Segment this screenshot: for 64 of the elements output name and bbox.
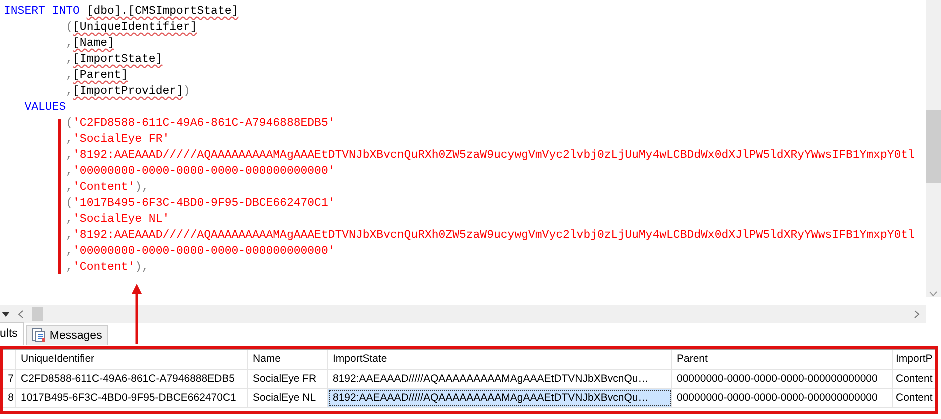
punctuation: ,	[66, 69, 74, 82]
scrollbar-thumb[interactable]	[926, 110, 941, 183]
string-literal: 'SocialEye FR'	[73, 133, 170, 146]
punctuation: (	[66, 117, 74, 130]
table-cell[interactable]: 1017B495-6F3C-4BD0-9F95-DBCE662470C1	[16, 389, 248, 407]
table-cell[interactable]: SocialEye FR	[248, 370, 328, 388]
table-cell[interactable]: 00000000-0000-0000-0000-000000000000	[672, 389, 893, 407]
dropdown-caret-icon[interactable]	[2, 312, 10, 316]
punctuation: ),	[135, 261, 149, 274]
punctuation: ,	[66, 213, 74, 226]
scroll-right-icon[interactable]	[914, 310, 920, 318]
table-cell[interactable]: Content	[893, 370, 935, 388]
vertical-scrollbar[interactable]	[926, 0, 941, 297]
annotation-arrow	[131, 284, 143, 344]
results-tab[interactable]: Messages	[26, 325, 108, 345]
results-tab[interactable]: ults	[0, 322, 24, 345]
scroll-left-icon[interactable]	[18, 310, 24, 318]
row-number: 8	[3, 389, 16, 407]
column-header[interactable]: ImportP	[893, 350, 935, 369]
column-header[interactable]: UniqueIdentifier	[16, 350, 248, 369]
identifier: [ImportState]	[73, 53, 163, 66]
punctuation: ,	[66, 261, 74, 274]
keyword: VALUES	[24, 101, 66, 114]
string-literal: 'Content'	[73, 181, 136, 194]
row-number: 7	[3, 370, 16, 388]
punctuation: )	[183, 85, 190, 98]
scrollbar-thumb[interactable]	[32, 307, 43, 321]
document-icon	[32, 328, 46, 343]
punctuation: ,	[66, 229, 74, 242]
identifier: [Name]	[73, 37, 114, 50]
string-literal: '8192:AAEAAAD/////AQAAAAAAAAAMAgAAAEtDTVNJbXBvcnQuRXh0ZW5zaW9ucywgVmVyc2lvbj0zLjUuMy4wLCBDdWx0dXJlPW5ldXRyYWwsIFB1YmxpY0tl	[73, 229, 915, 242]
string-literal: '00000000-0000-0000-0000-000000000000'	[73, 165, 336, 178]
punctuation: ,	[66, 149, 74, 162]
table-cell[interactable]: 00000000-0000-0000-0000-000000000000	[672, 370, 893, 388]
punctuation: ,	[66, 245, 74, 258]
punctuation: ,	[66, 85, 74, 98]
identifier: [dbo].[CMSImportState]	[86, 5, 239, 18]
string-literal: '8192:AAEAAAD/////AQAAAAAAAAAMAgAAAEtDTVNJbXBvcnQuRXh0ZW5zaW9ucywgVmVyc2lvbj0zLjUuMy4wLCBDdWx0dXJlPW5ldXRyYWwsIFB1YmxpY0tl	[73, 149, 915, 162]
keyword: INSERT	[4, 5, 46, 18]
punctuation: ,	[66, 37, 74, 50]
keyword: INTO	[52, 5, 81, 18]
identifier: [Parent]	[73, 69, 128, 82]
punctuation: ,	[66, 165, 74, 178]
string-literal: 'SocialEye NL'	[73, 213, 170, 226]
column-header[interactable]: Parent	[672, 350, 893, 369]
table-cell[interactable]: 8192:AAEAAAD/////AQAAAAAAAAAMAgAAAEtDTVNJbXBvcnQu…	[328, 370, 672, 388]
column-header[interactable]: ImportState	[328, 350, 672, 369]
table-cell[interactable]: C2FD8588-611C-49A6-861C-A7946888EDB5	[16, 370, 248, 388]
table-cell[interactable]: Content	[893, 389, 935, 407]
punctuation: (	[66, 197, 74, 210]
punctuation: (	[66, 21, 74, 34]
column-header[interactable]: Name	[248, 350, 328, 369]
table-cell[interactable]: 8192:AAEAAAD/////AQAAAAAAAAAMAgAAAEtDTVNJbXBvcnQu…	[328, 389, 672, 407]
punctuation: ,	[66, 133, 74, 146]
punctuation: ,	[66, 181, 74, 194]
identifier: [UniqueIdentifier]	[73, 21, 198, 34]
punctuation: ),	[135, 181, 149, 194]
identifier: [ImportProvider]	[73, 85, 184, 98]
punctuation: ,	[66, 53, 74, 66]
scroll-down-icon[interactable]	[929, 291, 938, 297]
string-literal: '00000000-0000-0000-0000-000000000000'	[73, 245, 336, 258]
string-literal: 'C2FD8588-611C-49A6-861C-A7946888EDB5'	[73, 117, 336, 130]
string-literal: '1017B495-6F3C-4BD0-9F95-DBCE662470C1'	[73, 197, 336, 210]
string-literal: 'Content'	[73, 261, 136, 274]
